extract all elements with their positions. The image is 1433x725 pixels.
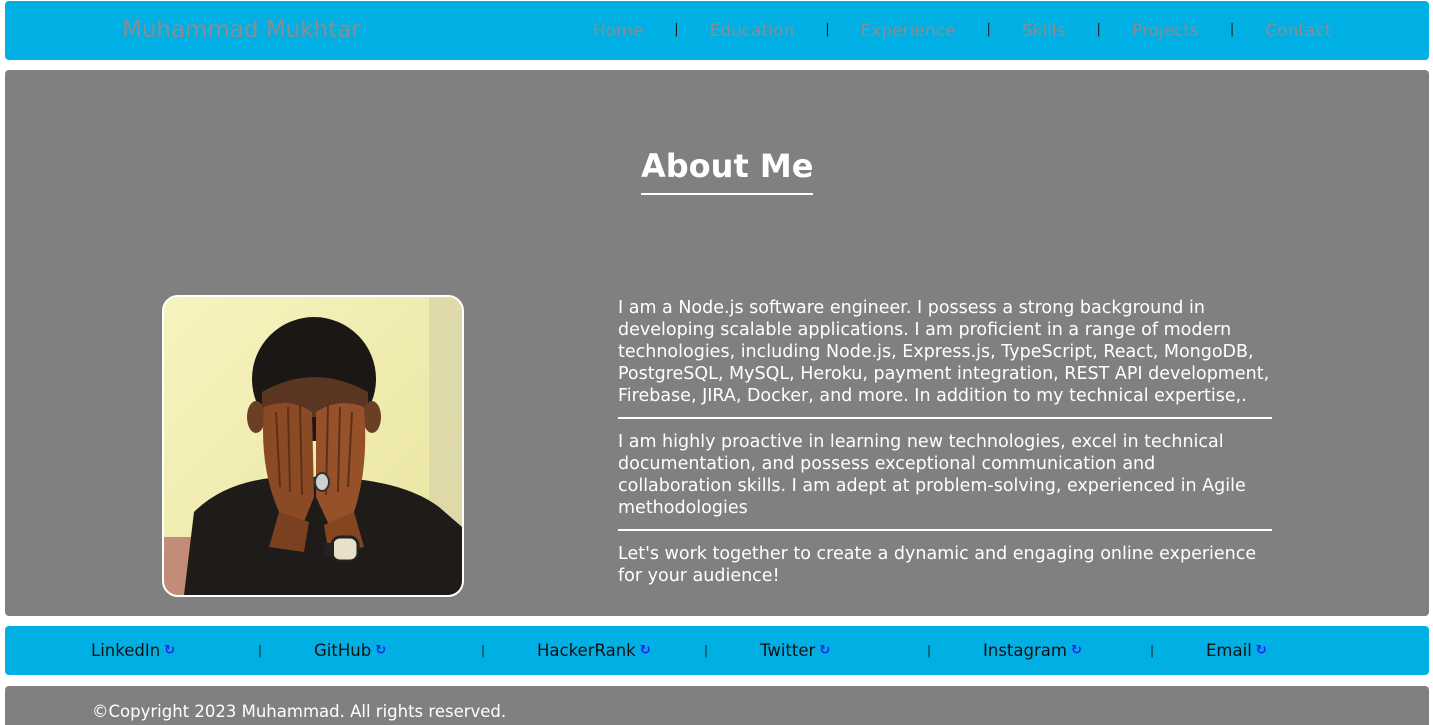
social-item-github: GitHub ↻ | [314, 641, 537, 660]
profile-photo-illustration [164, 297, 462, 595]
social-separator: | [258, 642, 263, 657]
social-separator: | [1150, 642, 1155, 657]
linkedin-link[interactable]: LinkedIn [91, 641, 160, 660]
external-link-icon[interactable]: ↻ [819, 643, 830, 658]
social-item-instagram: Instagram ↻ | [983, 641, 1206, 660]
nav-contact-link[interactable]: Contact [1265, 21, 1331, 41]
hackerrank-link[interactable]: HackerRank [537, 641, 636, 660]
social-item-linkedin: LinkedIn ↻ | [91, 641, 314, 660]
footer: ©Copyright 2023 Muhammad. All rights res… [5, 686, 1429, 725]
external-link-icon[interactable]: ↻ [375, 643, 386, 658]
social-item-hackerrank: HackerRank ↻ | [537, 641, 760, 660]
about-section: About Me I am a Node.js software enginee… [5, 70, 1429, 616]
nav-projects-link[interactable]: Projects [1132, 21, 1199, 41]
external-link-icon[interactable]: ↻ [1256, 643, 1267, 658]
about-text-block: I am a Node.js software engineer. I poss… [618, 297, 1272, 597]
social-links-bar: LinkedIn ↻ | GitHub ↻ | HackerRank ↻ | T… [5, 626, 1429, 675]
nav-separator: | [1096, 22, 1101, 37]
social-separator: | [704, 642, 709, 657]
about-paragraph-2: I am highly proactive in learning new te… [618, 432, 1246, 518]
twitter-link[interactable]: Twitter [760, 641, 815, 660]
about-paragraph-1: I am a Node.js software engineer. I poss… [618, 298, 1270, 406]
profile-photo [162, 295, 464, 597]
about-heading: About Me [641, 147, 814, 195]
email-link[interactable]: Email [1206, 641, 1252, 660]
nav-separator: | [1229, 22, 1235, 37]
social-separator: | [481, 642, 486, 657]
social-item-email: Email ↻ [1206, 641, 1429, 660]
github-link[interactable]: GitHub [314, 641, 371, 660]
brand-name[interactable]: Muhammad Mukhtar [122, 17, 361, 43]
nav-education-link[interactable]: Education [710, 21, 795, 41]
about-paragraph-3: Let's work together to create a dynamic … [618, 544, 1257, 586]
external-link-icon[interactable]: ↻ [164, 643, 175, 658]
external-link-icon[interactable]: ↻ [1071, 643, 1082, 658]
instagram-link[interactable]: Instagram [983, 641, 1067, 660]
social-item-twitter: Twitter ↻ | [760, 641, 983, 660]
external-link-icon[interactable]: ↻ [640, 643, 651, 658]
nav-skills-link[interactable]: Skills [1022, 21, 1066, 41]
social-links-row: LinkedIn ↻ | GitHub ↻ | HackerRank ↻ | T… [91, 626, 1429, 675]
nav-experience-link[interactable]: Experience [861, 21, 956, 41]
divider [618, 529, 1272, 531]
main-menu: Home | Education | Experience | Skills |… [593, 1, 1331, 60]
nav-home-link[interactable]: Home [593, 21, 643, 41]
social-separator: | [927, 642, 932, 657]
copyright-text: ©Copyright 2023 Muhammad. All rights res… [92, 702, 507, 721]
top-nav-bar: Muhammad Mukhtar Home | Education | Expe… [5, 1, 1429, 60]
nav-separator: | [674, 22, 679, 37]
nav-separator: | [825, 22, 830, 37]
nav-separator: | [986, 22, 991, 37]
divider [618, 417, 1272, 419]
